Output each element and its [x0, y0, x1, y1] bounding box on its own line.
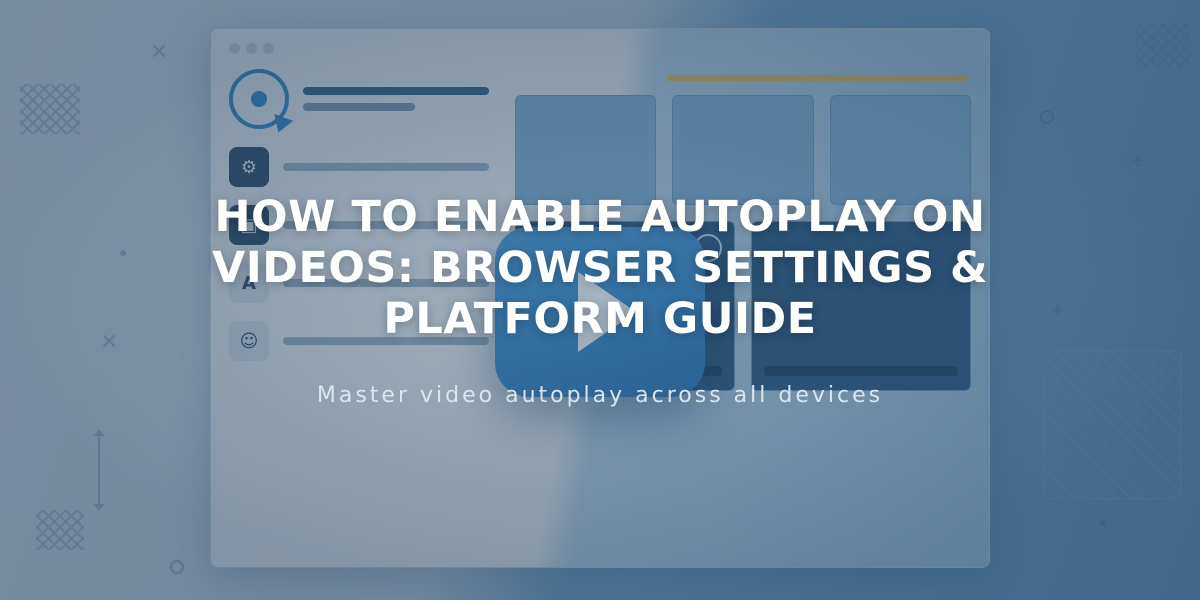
hero-title: HOW TO ENABLE AUTOPLAY ON VIDEOS: BROWSE… — [140, 192, 1060, 344]
hero-text-block: HOW TO ENABLE AUTOPLAY ON VIDEOS: BROWSE… — [0, 0, 1200, 600]
hero-subtitle: Master video autoplay across all devices — [317, 383, 883, 408]
